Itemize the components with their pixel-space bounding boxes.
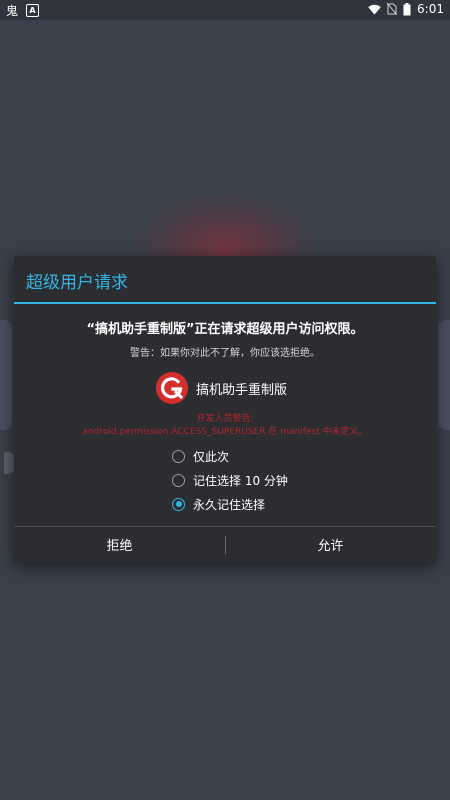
requesting-app: 搞机助手重制版 bbox=[156, 372, 287, 404]
app-name: 搞机助手重制版 bbox=[196, 382, 288, 398]
superuser-request-dialog: 超级用户请求 “搞机助手重制版”正在请求超级用户访问权限。 警告：如果你对此不了… bbox=[14, 256, 436, 562]
app-notification-icon: 鬼 bbox=[6, 4, 19, 18]
option-10-minutes-label: 记住选择 10 分钟 bbox=[193, 473, 288, 488]
option-10-minutes[interactable]: 记住选择 10 分钟 bbox=[172, 468, 288, 492]
request-message: “搞机助手重制版”正在请求超级用户访问权限。 bbox=[86, 322, 364, 337]
font-notification-icon: A bbox=[26, 4, 40, 17]
allow-button[interactable]: 允许 bbox=[225, 527, 436, 562]
option-forever-label: 永久记住选择 bbox=[193, 497, 266, 512]
option-once[interactable]: 仅此次 bbox=[172, 444, 288, 468]
option-once-label: 仅此次 bbox=[193, 449, 230, 464]
deny-button[interactable]: 拒绝 bbox=[14, 527, 225, 562]
radio-forever[interactable] bbox=[172, 497, 185, 511]
warning-message: 警告：如果你对此不了解，你应该选拒绝。 bbox=[130, 348, 320, 359]
radio-10-minutes[interactable] bbox=[172, 473, 185, 487]
app-logo-icon bbox=[156, 372, 188, 404]
developer-warning-title: 开发人员警告: bbox=[196, 414, 254, 424]
dialog-title: 超级用户请求 bbox=[26, 273, 128, 293]
option-forever[interactable]: 永久记住选择 bbox=[172, 492, 288, 516]
background-card-left bbox=[0, 320, 12, 430]
background-card-right bbox=[438, 320, 450, 430]
developer-warning: 开发人员警告: android.permission.ACCESS_SUPERU… bbox=[14, 413, 436, 439]
clock: 6:01 bbox=[417, 2, 444, 16]
status-bar: 鬼 A 6:01 bbox=[0, 0, 450, 20]
radio-once[interactable] bbox=[172, 449, 185, 463]
developer-warning-detail: android.permission.ACCESS_SUPERUSER 在 ma… bbox=[82, 427, 368, 437]
remember-choice-group: 仅此次 记住选择 10 分钟 永久记住选择 bbox=[172, 444, 288, 516]
no-sim-icon bbox=[387, 3, 398, 15]
wifi-icon bbox=[368, 4, 381, 14]
battery-icon bbox=[403, 2, 411, 15]
title-divider bbox=[14, 302, 436, 304]
